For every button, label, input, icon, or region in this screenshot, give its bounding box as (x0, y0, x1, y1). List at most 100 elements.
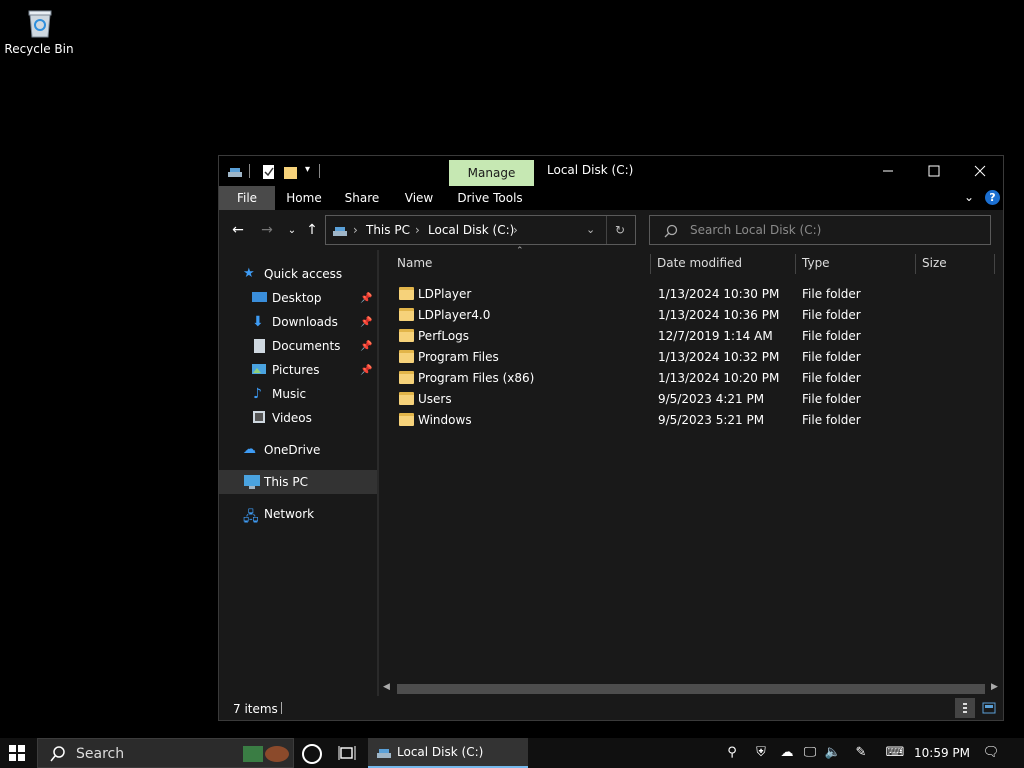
star-icon: ★ (243, 266, 255, 281)
file-row[interactable]: Users 9/5/2023 4:21 PM File folder (379, 389, 1003, 410)
volume-muted-icon[interactable]: 🔈 (824, 745, 842, 761)
expand-ribbon-chevron-icon[interactable]: ⌄ (964, 190, 974, 204)
drive-icon (377, 749, 391, 758)
tab-drive-tools[interactable]: Drive Tools (457, 186, 523, 210)
action-center-icon[interactable]: 🗨 (982, 745, 1000, 761)
file-date: 9/5/2023 5:21 PM (658, 413, 765, 427)
nav-label: Downloads (272, 315, 338, 329)
breadcrumb-local-disk[interactable]: Local Disk (C:) (428, 223, 514, 237)
refresh-icon[interactable]: ↻ (615, 223, 625, 237)
horizontal-scrollbar[interactable]: ◀ ▶ (379, 681, 1003, 697)
nav-documents[interactable]: Documents 📌 (219, 334, 377, 358)
tab-view[interactable]: View (399, 186, 439, 210)
column-header-size[interactable]: Size (922, 256, 947, 270)
back-arrow-icon: ← (232, 222, 244, 238)
column-header-name[interactable]: Name (397, 256, 432, 270)
nav-downloads[interactable]: ⬇ Downloads 📌 (219, 310, 377, 334)
help-icon[interactable]: ? (985, 190, 1000, 205)
new-folder-icon[interactable] (283, 164, 299, 180)
task-view-button[interactable] (338, 745, 356, 764)
tab-file[interactable]: File (219, 186, 275, 210)
folder-icon (399, 371, 414, 384)
clock[interactable]: 10:59 PM (914, 746, 970, 760)
file-explorer-window: ▾ Manage Local Disk (C:) File Home Share… (218, 155, 1004, 721)
nav-label: Music (272, 387, 307, 401)
manage-contextual-tab[interactable]: Manage (449, 160, 534, 186)
file-row[interactable]: PerfLogs 12/7/2019 1:14 AM File folder (379, 326, 1003, 347)
people-icon[interactable]: ⚲ (723, 745, 741, 761)
recycle-bin-label: Recycle Bin (4, 42, 74, 56)
title-bar: ▾ Manage Local Disk (C:) (219, 156, 1003, 186)
search-box[interactable]: Search Local Disk (C:) (649, 215, 991, 245)
file-row[interactable]: Windows 9/5/2023 5:21 PM File folder (379, 410, 1003, 431)
scrollbar-thumb[interactable] (397, 684, 985, 694)
back-button[interactable]: ← (228, 220, 248, 240)
tab-share[interactable]: Share (341, 186, 383, 210)
network-status-icon[interactable]: 🖵 (801, 745, 819, 761)
column-header-date[interactable]: Date modified (657, 256, 742, 270)
nav-this-pc[interactable]: This PC (219, 470, 377, 494)
nav-pictures[interactable]: Pictures 📌 (219, 358, 377, 382)
breadcrumb-this-pc[interactable]: This PC (366, 223, 410, 237)
file-row[interactable]: Program Files 1/13/2024 10:32 PM File fo… (379, 347, 1003, 368)
security-shield-icon[interactable]: ⛨ (752, 745, 770, 761)
file-name: LDPlayer4.0 (418, 308, 491, 322)
cloud-sync-icon[interactable]: ☁ (778, 745, 796, 761)
nav-quick-access[interactable]: ★ Quick access (219, 262, 377, 286)
details-view-button[interactable] (955, 698, 975, 718)
drive-icon (227, 164, 243, 180)
properties-icon[interactable] (261, 164, 277, 180)
search-input[interactable]: Search Local Disk (C:) (690, 223, 821, 237)
address-history-chevron-icon[interactable]: ⌄ (586, 223, 595, 236)
file-date: 1/13/2024 10:20 PM (658, 371, 780, 385)
file-date: 12/7/2019 1:14 AM (658, 329, 773, 343)
scroll-right-icon[interactable]: ▶ (991, 682, 998, 692)
pen-workspace-icon[interactable]: ✎ (852, 745, 870, 761)
taskbar-app-label: Local Disk (C:) (397, 745, 484, 759)
start-button[interactable] (9, 745, 25, 764)
taskbar-search-label: Search (76, 746, 125, 762)
file-type: File folder (802, 287, 861, 301)
nav-videos[interactable]: Videos (219, 406, 377, 430)
recent-locations-button[interactable]: ⌄ (282, 220, 302, 240)
network-icon: 🖧 (243, 509, 259, 525)
scroll-left-icon[interactable]: ◀ (383, 682, 390, 692)
forward-button[interactable]: → (257, 220, 277, 240)
tab-home[interactable]: Home (283, 186, 325, 210)
navigation-pane: ★ Quick access Desktop 📌 ⬇ Downloads 📌 D… (219, 250, 377, 696)
file-type: File folder (802, 350, 861, 364)
up-button[interactable]: ↑ (302, 220, 322, 240)
pin-icon: 📌 (360, 364, 373, 376)
nav-network[interactable]: 🖧 Network (219, 502, 377, 526)
minimize-button[interactable] (865, 156, 911, 186)
recycle-bin-desktop-icon[interactable]: Recycle Bin (2, 4, 76, 68)
forward-arrow-icon: → (261, 222, 273, 238)
taskbar-search-box[interactable]: Search (37, 738, 294, 768)
address-bar[interactable]: › This PC › Local Disk (C:) › ⌄ ↻ (325, 215, 636, 245)
column-header-type[interactable]: Type (802, 256, 830, 270)
nav-label: Quick access (264, 267, 343, 281)
file-row[interactable]: LDPlayer4.0 1/13/2024 10:36 PM File fold… (379, 305, 1003, 326)
close-icon (974, 165, 986, 177)
taskbar-app-file-explorer[interactable]: Local Disk (C:) (368, 738, 528, 768)
window-title: Local Disk (C:) (547, 163, 634, 177)
file-row[interactable]: LDPlayer 1/13/2024 10:30 PM File folder (379, 284, 1003, 305)
search-icon (50, 746, 65, 762)
customize-qat-chevron-icon[interactable]: ▾ (305, 164, 310, 175)
folder-icon (399, 392, 414, 405)
file-type: File folder (802, 392, 861, 406)
cortana-icon[interactable] (302, 744, 322, 764)
folder-icon (399, 350, 414, 363)
close-button[interactable] (957, 156, 1003, 186)
large-icons-view-button[interactable] (979, 698, 999, 718)
file-row[interactable]: Program Files (x86) 1/13/2024 10:20 PM F… (379, 368, 1003, 389)
nav-desktop[interactable]: Desktop 📌 (219, 286, 377, 310)
maximize-button[interactable] (911, 156, 957, 186)
nav-music[interactable]: ♪ Music (219, 382, 377, 406)
search-highlight-icon (243, 746, 289, 762)
nav-onedrive[interactable]: ☁ OneDrive (219, 438, 377, 462)
file-date: 9/5/2023 4:21 PM (658, 392, 765, 406)
ribbon-tabs (219, 186, 1003, 210)
touch-keyboard-icon[interactable]: ⌨ (883, 745, 907, 761)
items-count: 7 items (233, 702, 278, 716)
